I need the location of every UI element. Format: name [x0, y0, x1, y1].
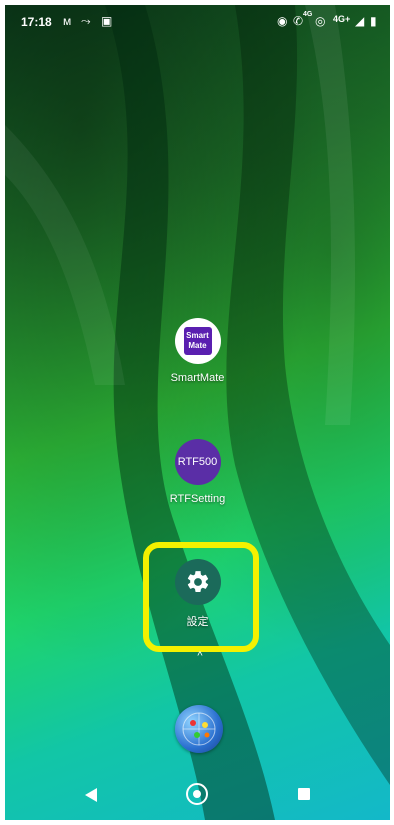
status-time: 17:18 [21, 15, 52, 29]
chevron-up-icon[interactable]: ^ [193, 650, 207, 662]
recents-icon[interactable] [298, 788, 310, 800]
home-icon[interactable] [186, 783, 208, 805]
app-label-smartmate: SmartMate [170, 372, 225, 384]
app-rtfsetting[interactable]: RTF500 RTFSetting [5, 439, 390, 505]
smartmate-icon-text-1: Smart [186, 331, 209, 340]
rtf500-icon: RTF500 [174, 439, 221, 485]
m-icon: ᴍ [63, 14, 72, 28]
volte-label: 4G [303, 11, 313, 18]
network-type-label: 4G+ [333, 14, 351, 24]
phone-frame: 17:18 ᴍ ⤳ ▣ ◉ ✆ 4G ◎ 4G+ ◢ ▮ Smart Mate … [0, 0, 394, 825]
back-icon[interactable] [85, 788, 97, 802]
wallpaper-swoosh [5, 5, 390, 820]
globe-graphic [182, 712, 216, 746]
navigation-bar [5, 775, 390, 820]
smartmate-icon-text-2: Mate [188, 341, 207, 350]
battery-icon: ▮ [370, 14, 377, 28]
status-bar: 17:18 ᴍ ⤳ ▣ ◉ ✆ 4G ◎ 4G+ ◢ ▮ [5, 5, 390, 39]
rtf500-icon-text: RTF500 [177, 456, 218, 468]
eye-icon: ◉ [277, 14, 288, 28]
sync-icon: ⤳ [81, 14, 91, 28]
hotspot-icon: ◎ [315, 14, 326, 28]
globe-app-icon[interactable] [175, 705, 223, 753]
screenshot-icon: ▣ [101, 14, 113, 28]
signal-icon: ◢ [355, 14, 365, 28]
call-icon: ✆ [293, 14, 304, 28]
home-screen: 17:18 ᴍ ⤳ ▣ ◉ ✆ 4G ◎ 4G+ ◢ ▮ Smart Mate … [5, 5, 390, 820]
smartmate-icon: Smart Mate [174, 318, 221, 364]
app-label-rtfsetting: RTFSetting [169, 493, 226, 505]
highlight-box [143, 542, 259, 652]
app-smartmate[interactable]: Smart Mate SmartMate [5, 318, 390, 384]
